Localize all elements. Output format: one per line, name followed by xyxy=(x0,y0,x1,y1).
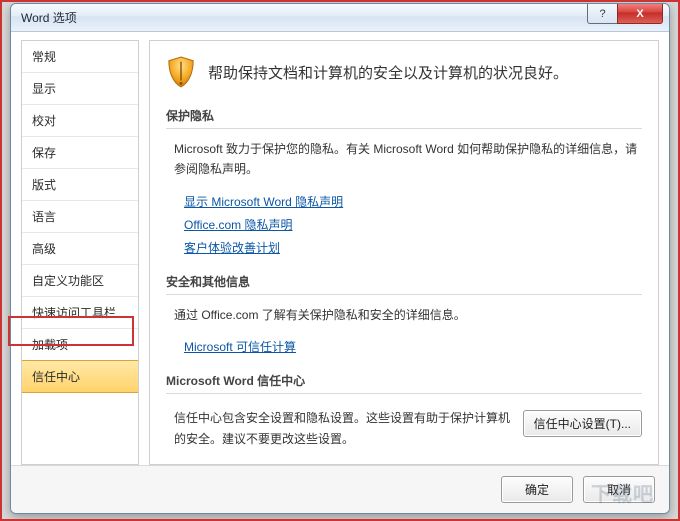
sidebar-item-language[interactable]: 语言 xyxy=(22,201,138,233)
window-buttons: ? X xyxy=(587,4,663,24)
titlebar: Word 选项 ? X xyxy=(11,4,669,32)
cancel-button[interactable]: 取消 xyxy=(583,476,655,503)
dialog-footer: 确定 取消 xyxy=(11,465,669,513)
ok-button[interactable]: 确定 xyxy=(501,476,573,503)
privacy-links: 显示 Microsoft Word 隐私声明 Office.com 隐私声明 客… xyxy=(184,190,642,259)
sidebar-item-layout[interactable]: 版式 xyxy=(22,169,138,201)
help-icon: ? xyxy=(599,8,605,20)
section-title-trust: Microsoft Word 信任中心 xyxy=(166,372,642,389)
content-panel: 帮助保持文档和计算机的安全以及计算机的状况良好。 保护隐私 Microsoft … xyxy=(149,40,659,465)
link-word-privacy[interactable]: 显示 Microsoft Word 隐私声明 xyxy=(184,193,343,210)
help-button[interactable]: ? xyxy=(587,4,617,24)
security-links: Microsoft 可信任计算 xyxy=(184,335,642,358)
divider xyxy=(166,393,642,394)
sidebar-item-label: 版式 xyxy=(32,178,56,192)
link-office-privacy[interactable]: Office.com 隐私声明 xyxy=(184,216,292,233)
sidebar-item-label: 语言 xyxy=(32,210,56,224)
privacy-body: Microsoft 致力于保护您的隐私。有关 Microsoft Word 如何… xyxy=(174,139,642,180)
sidebar-item-proofing[interactable]: 校对 xyxy=(22,105,138,137)
divider xyxy=(166,294,642,295)
section-title-security: 安全和其他信息 xyxy=(166,273,642,290)
security-body: 通过 Office.com 了解有关保护隐私和安全的详细信息。 xyxy=(174,305,642,325)
sidebar-item-label: 高级 xyxy=(32,242,56,256)
dialog-title: Word 选项 xyxy=(21,9,77,26)
sidebar-item-label: 加载项 xyxy=(32,338,68,352)
trust-body: 信任中心包含安全设置和隐私设置。这些设置有助于保护计算机的安全。建议不要更改这些… xyxy=(174,408,513,449)
close-button[interactable]: X xyxy=(617,4,663,24)
section-title-privacy: 保护隐私 xyxy=(166,107,642,124)
sidebar-item-label: 常规 xyxy=(32,50,56,64)
sidebar-item-label: 自定义功能区 xyxy=(32,274,104,288)
sidebar-item-customize-ribbon[interactable]: 自定义功能区 xyxy=(22,265,138,297)
sidebar-item-display[interactable]: 显示 xyxy=(22,73,138,105)
sidebar-item-addins[interactable]: 加载项 xyxy=(22,329,138,361)
hero-text: 帮助保持文档和计算机的安全以及计算机的状况良好。 xyxy=(208,62,568,83)
trust-row: 信任中心包含安全设置和隐私设置。这些设置有助于保护计算机的安全。建议不要更改这些… xyxy=(166,404,642,459)
sidebar-item-label: 快速访问工具栏 xyxy=(32,306,116,320)
sidebar-item-general[interactable]: 常规 xyxy=(22,41,138,73)
sidebar-item-label: 校对 xyxy=(32,114,56,128)
sidebar-item-trust-center[interactable]: 信任中心 xyxy=(21,360,139,393)
sidebar-item-label: 保存 xyxy=(32,146,56,160)
sidebar-item-label: 信任中心 xyxy=(32,370,80,384)
sidebar-item-save[interactable]: 保存 xyxy=(22,137,138,169)
close-icon: X xyxy=(636,8,643,20)
link-ceip[interactable]: 客户体验改善计划 xyxy=(184,239,280,256)
sidebar: 常规 显示 校对 保存 版式 语言 高级 自定义功能区 快速访问工具栏 加载项 … xyxy=(21,40,139,465)
shield-icon xyxy=(166,55,196,89)
word-options-dialog: Word 选项 ? X 常规 显示 校对 保存 版式 语言 高级 自定义功能区 … xyxy=(10,3,670,514)
sidebar-item-quick-access[interactable]: 快速访问工具栏 xyxy=(22,297,138,329)
divider xyxy=(166,128,642,129)
sidebar-item-advanced[interactable]: 高级 xyxy=(22,233,138,265)
link-trustworthy-computing[interactable]: Microsoft 可信任计算 xyxy=(184,338,296,355)
sidebar-item-label: 显示 xyxy=(32,82,56,96)
hero: 帮助保持文档和计算机的安全以及计算机的状况良好。 xyxy=(166,55,642,89)
dialog-body: 常规 显示 校对 保存 版式 语言 高级 自定义功能区 快速访问工具栏 加载项 … xyxy=(11,32,669,465)
trust-center-settings-button[interactable]: 信任中心设置(T)... xyxy=(523,410,642,437)
